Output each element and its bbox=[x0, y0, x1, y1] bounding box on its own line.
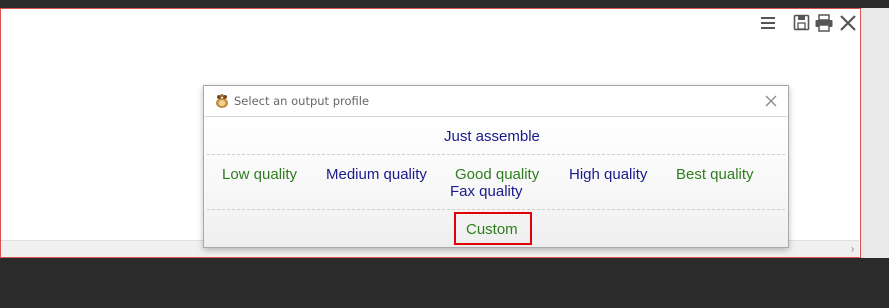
option-high-quality[interactable]: High quality bbox=[569, 166, 647, 183]
dialog-close-icon[interactable] bbox=[764, 93, 778, 107]
viewer-toolbar bbox=[758, 12, 860, 34]
output-profile-dialog: Select an output profile Just assemble L… bbox=[203, 85, 789, 248]
bottom-area bbox=[0, 258, 889, 308]
app-logo-icon bbox=[213, 93, 231, 109]
option-low-quality[interactable]: Low quality bbox=[222, 166, 297, 183]
option-medium-quality[interactable]: Medium quality bbox=[326, 166, 427, 183]
option-custom[interactable]: Custom bbox=[466, 221, 518, 238]
option-fax-quality[interactable]: Fax quality bbox=[450, 183, 523, 200]
option-just-assemble[interactable]: Just assemble bbox=[444, 128, 540, 145]
option-best-quality[interactable]: Best quality bbox=[676, 166, 754, 183]
print-icon[interactable] bbox=[814, 12, 834, 34]
right-strip bbox=[861, 8, 889, 258]
separator bbox=[207, 154, 785, 155]
dialog-body: Just assemble Low quality Medium quality… bbox=[204, 117, 788, 247]
top-bar bbox=[0, 0, 889, 8]
separator bbox=[207, 209, 785, 210]
save-icon[interactable] bbox=[792, 12, 812, 34]
menu-icon[interactable] bbox=[758, 12, 778, 34]
option-good-quality[interactable]: Good quality bbox=[455, 166, 539, 183]
dialog-header: Select an output profile bbox=[204, 86, 788, 117]
close-icon[interactable] bbox=[838, 12, 858, 34]
dialog-title: Select an output profile bbox=[234, 94, 370, 108]
scroll-right-arrow[interactable]: › bbox=[850, 242, 855, 256]
